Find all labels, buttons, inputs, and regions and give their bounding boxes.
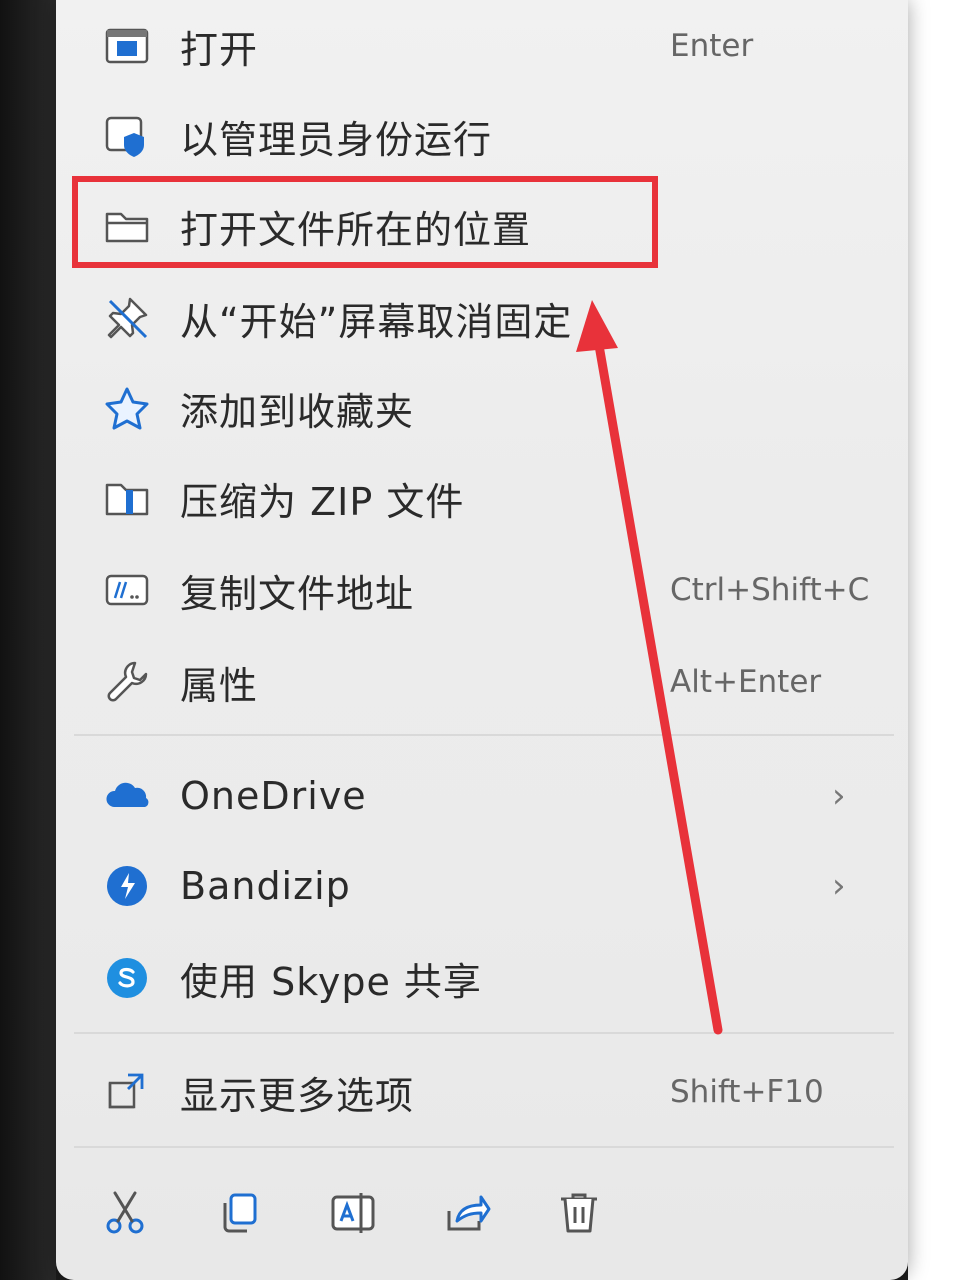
menu-item-label: 以管理员身份运行	[180, 117, 493, 162]
rename-button[interactable]	[318, 1180, 388, 1250]
chevron-right-icon: ›	[832, 776, 846, 816]
wrench-icon	[100, 655, 154, 709]
background-left	[0, 0, 56, 1280]
rename-icon	[329, 1189, 377, 1241]
menu-item-shortcut: Enter	[670, 28, 754, 64]
menu-item-shortcut: Alt+Enter	[670, 664, 822, 700]
menu-item-open[interactable]: 打开 Enter	[56, 4, 908, 88]
menu-item-label: 打开	[180, 27, 259, 72]
menu-item-label: OneDrive	[180, 774, 367, 818]
zip-folder-icon	[100, 471, 154, 525]
chevron-right-icon: ›	[832, 866, 846, 906]
menu-item-run-as-admin[interactable]: 以管理员身份运行	[56, 94, 908, 178]
bandizip-icon	[100, 859, 154, 913]
copy-path-icon	[100, 563, 154, 617]
more-options-icon	[100, 1065, 154, 1119]
copy-button[interactable]	[204, 1180, 274, 1250]
delete-icon	[555, 1189, 603, 1241]
menu-item-label: 使用 Skype 共享	[180, 959, 482, 1004]
menu-item-label: 从“开始”屏幕取消固定	[180, 299, 573, 344]
menu-separator	[74, 1146, 894, 1148]
share-button[interactable]	[432, 1180, 502, 1250]
menu-item-label: 复制文件地址	[180, 571, 415, 616]
menu-item-shortcut: Ctrl+Shift+C	[670, 572, 870, 608]
star-icon	[100, 381, 154, 435]
onedrive-cloud-icon	[100, 769, 154, 823]
menu-item-label: 属性	[180, 663, 259, 708]
cut-button[interactable]	[90, 1180, 160, 1250]
menu-item-skype-share[interactable]: 使用 Skype 共享	[56, 936, 908, 1020]
menu-item-bandizip[interactable]: Bandizip ›	[56, 844, 908, 928]
menu-item-label: 添加到收藏夹	[180, 389, 415, 434]
menu-separator	[74, 1032, 894, 1034]
background-right	[908, 0, 960, 1280]
annotation-highlight-box	[72, 176, 658, 268]
menu-item-add-favorites[interactable]: 添加到收藏夹	[56, 366, 908, 450]
menu-item-copy-path[interactable]: 复制文件地址 Ctrl+Shift+C	[56, 548, 908, 632]
menu-item-onedrive[interactable]: OneDrive ›	[56, 754, 908, 838]
menu-item-properties[interactable]: 属性 Alt+Enter	[56, 640, 908, 724]
delete-button[interactable]	[544, 1180, 614, 1250]
skype-icon	[100, 951, 154, 1005]
menu-item-label: Bandizip	[180, 864, 351, 908]
cut-icon	[101, 1189, 149, 1241]
menu-separator	[74, 734, 894, 736]
copy-icon	[215, 1189, 263, 1241]
admin-shield-icon	[100, 109, 154, 163]
menu-item-compress-zip[interactable]: 压缩为 ZIP 文件	[56, 456, 908, 540]
menu-item-label: 压缩为 ZIP 文件	[180, 479, 465, 524]
share-icon	[443, 1189, 491, 1241]
menu-item-unpin-start[interactable]: 从“开始”屏幕取消固定	[56, 276, 908, 360]
open-window-icon	[100, 19, 154, 73]
menu-item-shortcut: Shift+F10	[670, 1074, 824, 1110]
unpin-icon	[100, 291, 154, 345]
menu-item-show-more-options[interactable]: 显示更多选项 Shift+F10	[56, 1050, 908, 1134]
menu-item-label: 显示更多选项	[180, 1073, 415, 1118]
